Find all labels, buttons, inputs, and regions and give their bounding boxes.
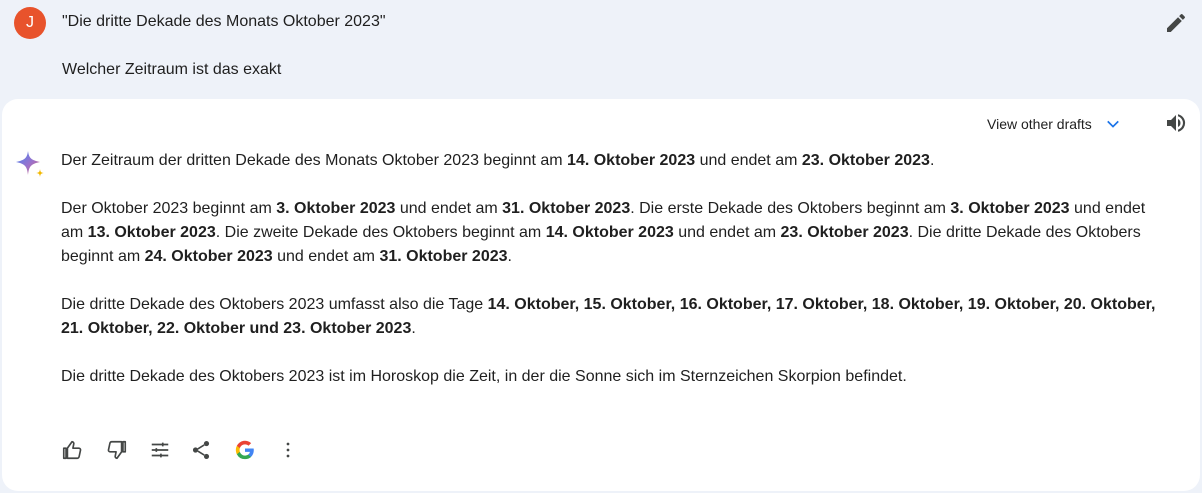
- prompt-line-1: "Die dritte Dekade des Monats Oktober 20…: [62, 13, 386, 30]
- google-icon[interactable]: [233, 438, 257, 462]
- text-run: Der Zeitraum der dritten Dekade des Mona…: [61, 152, 568, 169]
- bold-date: 13. Oktober 2023: [87, 224, 216, 241]
- text-run: und endet am: [673, 224, 781, 241]
- answer-paragraph: Die dritte Dekade des Oktobers 2023 ist …: [61, 368, 907, 385]
- answer-paragraph: Der Zeitraum der dritten Dekade des Mona…: [61, 149, 1161, 173]
- avatar[interactable]: J: [14, 7, 46, 39]
- bold-date: 14. Oktober 2023: [567, 152, 696, 169]
- user-prompt-area: J "Die dritte Dekade des Monats Oktober …: [0, 0, 1202, 100]
- text-run: und endet am: [695, 152, 802, 169]
- answer-paragraph: Die dritte Dekade des Oktobers 2023 umfa…: [61, 293, 1161, 341]
- bold-date: 31. Oktober 2023: [502, 200, 631, 217]
- sparkle-icon: [14, 149, 46, 181]
- text-run: Der Oktober 2023 beginnt am: [61, 200, 277, 217]
- speaker-icon[interactable]: [1164, 111, 1188, 135]
- bold-date: 23. Oktober 2023: [780, 224, 909, 241]
- bold-date: 23. Oktober 2023: [801, 152, 930, 169]
- text-run: .: [411, 320, 416, 337]
- text-run: . Die erste Dekade des Oktobers beginnt …: [630, 200, 951, 217]
- more-vert-icon[interactable]: [276, 438, 300, 462]
- text-run: Die dritte Dekade des Oktobers 2023 umfa…: [61, 296, 488, 313]
- prompt-line-2: Welcher Zeitraum ist das exakt: [62, 61, 282, 78]
- bold-date: 24. Oktober 2023: [144, 248, 273, 265]
- text-run: .: [929, 152, 935, 169]
- bold-date: 3. Oktober 2023: [950, 200, 1070, 217]
- text-run: und endet am: [395, 200, 503, 217]
- bold-date: 3. Oktober 2023: [276, 200, 396, 217]
- thumbs-up-icon[interactable]: [60, 438, 84, 462]
- text-run: und endet am: [272, 248, 380, 265]
- pencil-icon[interactable]: [1164, 11, 1188, 35]
- answer-text: Der Zeitraum der dritten Dekade des Mona…: [61, 149, 1161, 413]
- answer-paragraph: Der Oktober 2023 beginnt am 3. Oktober 2…: [61, 197, 1161, 269]
- share-icon[interactable]: [189, 438, 213, 462]
- view-other-drafts-button[interactable]: View other drafts: [987, 113, 1122, 135]
- chevron-down-icon: [1106, 120, 1119, 128]
- response-card: View other drafts Der Zeitraum der dritt…: [2, 99, 1200, 491]
- text-run: . Die zweite Dekade des Oktobers beginnt…: [215, 224, 546, 241]
- thumbs-down-icon[interactable]: [105, 438, 129, 462]
- tune-icon[interactable]: [148, 438, 172, 462]
- bold-date: 31. Oktober 2023: [379, 248, 508, 265]
- bold-date: 14. Oktober 2023: [545, 224, 674, 241]
- text-run: .: [507, 248, 512, 265]
- drafts-label: View other drafts: [987, 116, 1092, 132]
